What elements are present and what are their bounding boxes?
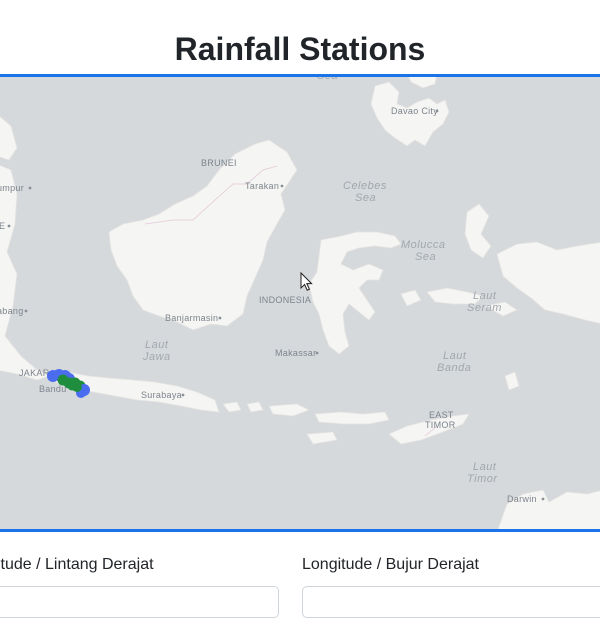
label-brunei: BRUNEI [201,158,237,168]
label-tarakan: Tarakan [245,181,279,191]
sea-label-timor-2: Timor [467,473,498,485]
dot-e [7,224,11,228]
label-east-timor-2: TIMOR [425,420,456,430]
dot-tarakan [280,184,284,188]
sea-label-molucca-2: Sea [415,251,436,263]
dot-surabaya [181,393,185,397]
sea-label-banda-1: Laut [443,350,467,362]
station-marker[interactable] [67,381,77,391]
sea-label-seram-1: Laut [473,290,497,302]
longitude-label: Longitude / Bujur Derajat [302,556,479,573]
label-davao: Davao City [391,106,438,116]
label-e: E [0,221,5,231]
dot-banjarmasin [218,316,222,320]
map-container[interactable]: Davao City BRUNEI Tarakan umpur E abang … [0,74,600,532]
label-abang: abang [0,306,24,316]
sea-label-jawa-2: Jawa [142,351,171,363]
sea-label-celebes-2: Sea [355,192,376,204]
label-surabaya: Surabaya [141,390,182,400]
dot-darwin [541,497,545,501]
page-title: Rainfall Stations [174,31,426,67]
sea-label-timor-1: Laut [473,461,497,473]
dot-davao [435,109,439,113]
sea-label-jawa-1: Laut [145,339,169,351]
longitude-input[interactable] [302,586,600,618]
map-canvas[interactable]: Davao City BRUNEI Tarakan umpur E abang … [0,74,600,532]
latitude-input[interactable] [0,586,279,618]
label-indonesia: INDONESIA [259,295,311,305]
label-bandung: Bandu [39,384,67,394]
sea-label-banda-2: Banda [437,362,471,374]
sea-label-celebes-1: Celebes [343,180,387,192]
sea-label-top: Sea [317,74,338,82]
dot-abang [24,309,28,313]
label-makassar: Makassar [275,348,316,358]
label-east-timor-1: EAST [429,410,454,420]
label-banjarmasin: Banjarmasin [165,313,218,323]
label-darwin: Darwin [507,494,537,504]
dot-lumpur [28,186,32,190]
label-lumpur: umpur [0,183,24,193]
latitude-label: itude / Lintang Derajat [0,556,154,573]
sea-label-molucca-1: Molucca [401,239,445,251]
dot-makassar [315,351,319,355]
sea-label-seram-2: Seram [467,302,502,314]
label-jakarta: JAKAR [19,368,50,378]
land-flores [314,411,390,425]
